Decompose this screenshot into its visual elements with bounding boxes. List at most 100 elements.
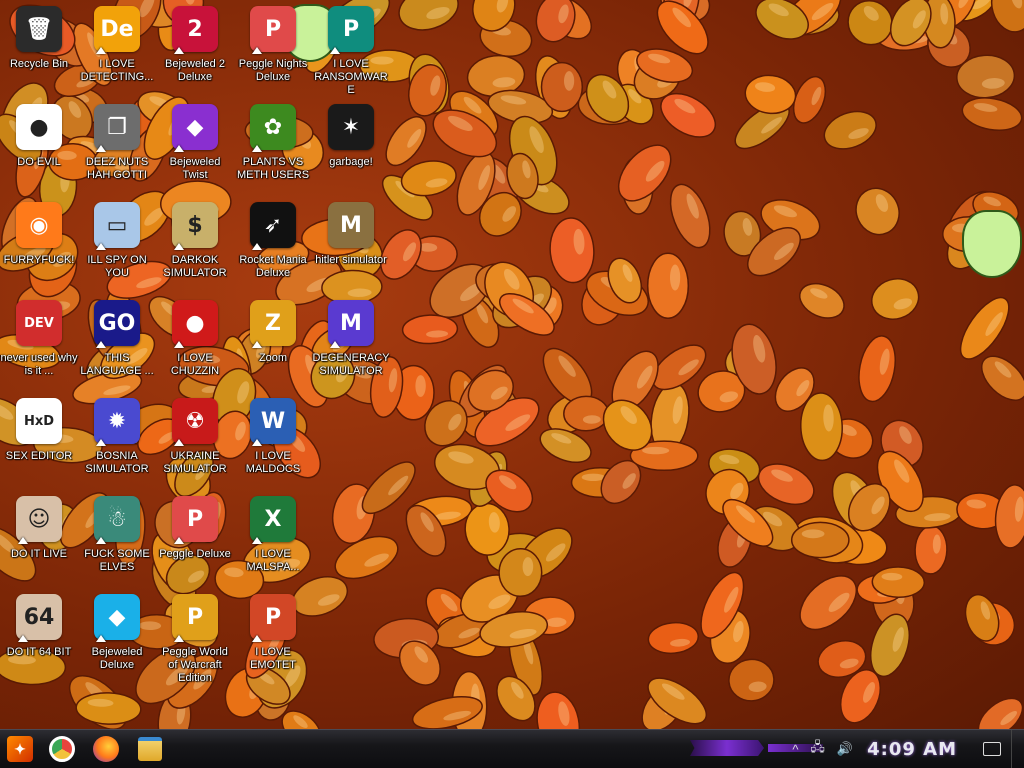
desktop-icon[interactable]: 2 Bejeweled 2 Deluxe — [156, 6, 234, 102]
desktop-icon[interactable]: DEV never used why is it ... — [0, 300, 78, 396]
desktop-icon[interactable]: ✹ BOSNIA SIMULATOR — [78, 398, 156, 494]
shortcut-arrow-icon — [174, 537, 184, 544]
desktop-icon[interactable]: P I LOVE EMOTET — [234, 594, 312, 690]
desktop-icon[interactable]: ☃ FUCK SOME ELVES — [78, 496, 156, 592]
desktop-icon-label: ILL SPY ON YOU — [87, 254, 147, 279]
desktop-icon-label: Peggle World of Warcraft Edition — [162, 646, 228, 684]
icon-glyph: P — [186, 604, 204, 630]
taskbar: ✦ ^ 🖧 🔊 4:09 AM — [0, 729, 1024, 768]
shortcut-arrow-icon — [252, 47, 262, 54]
firefox-taskbar-button[interactable] — [84, 731, 128, 767]
desktop-icon[interactable]: ✶ garbage! — [312, 104, 390, 200]
bean — [540, 61, 584, 113]
show-hidden-icons-button[interactable]: ^ — [792, 742, 798, 757]
start-button[interactable]: ✦ — [0, 730, 40, 768]
bean — [977, 697, 1024, 730]
desktop-icon[interactable]: 🗑 Recycle Bin — [0, 6, 78, 102]
folder-icon — [138, 737, 162, 761]
bean — [549, 217, 595, 284]
chrome-taskbar-button[interactable] — [40, 731, 84, 767]
zuma-icon: Z — [250, 300, 296, 348]
desktop-icon-label: DEGENERACY SIMULATOR — [312, 352, 390, 377]
action-center-icon[interactable] — [983, 742, 1001, 756]
desktop-icon-label: never used why is it ... — [0, 352, 78, 377]
bean — [790, 521, 850, 559]
desktop-icon[interactable]: P I LOVE RANSOMWARE — [312, 6, 390, 102]
bean — [914, 525, 948, 575]
desktop-icon[interactable]: W I LOVE MALDOCS — [234, 398, 312, 494]
desktop-icon-label: Peggle Nights Deluxe — [238, 58, 308, 83]
network-icon[interactable]: 🖧 — [810, 738, 825, 760]
bean — [75, 692, 142, 725]
desktop-icon-label: I LOVE MALDOCS — [245, 450, 301, 475]
desktop-icon[interactable]: M DEGENERACY SIMULATOR — [312, 300, 390, 396]
peggle-wow-icon: P — [172, 594, 218, 642]
desktop-icon[interactable]: ● DO EVIL — [0, 104, 78, 200]
desktop-icon[interactable]: ▭ ILL SPY ON YOU — [78, 202, 156, 298]
desktop-icon[interactable]: P Peggle Nights Deluxe — [234, 6, 312, 102]
icon-glyph: ☢ — [185, 408, 205, 434]
desktop-icon[interactable]: ❐ DEEZ NUTS HAH GOTTI — [78, 104, 156, 200]
icon-glyph: ◉ — [29, 212, 49, 238]
desktop-icon[interactable]: ➶ Rocket Mania Deluxe — [234, 202, 312, 298]
firefox-icon — [93, 736, 119, 762]
icon-glyph: ☺ — [27, 506, 51, 532]
icon-glyph: 2 — [187, 16, 203, 42]
bean — [961, 97, 1023, 131]
desktop-icon-label: Bejeweled Deluxe — [91, 646, 143, 671]
desktop-icon-label: I LOVE DETECTING... — [80, 58, 154, 83]
bean — [757, 463, 815, 506]
icon-glyph: GO — [98, 310, 136, 336]
desktop-icon[interactable]: Mhitler simulator — [312, 202, 390, 298]
desktop-icon-label: DO EVIL — [17, 156, 61, 168]
desktop-icon[interactable]: ◆ Bejeweled Twist — [156, 104, 234, 200]
bean-highlight — [564, 71, 575, 91]
desktop-icon-label: DO IT LIVE — [10, 548, 68, 560]
desktop-icon[interactable]: P Peggle World of Warcraft Edition — [156, 594, 234, 690]
desktop-icon[interactable]: ☺ DO IT LIVE — [0, 496, 78, 592]
desktop-icon[interactable]: ◆ Bejeweled Deluxe — [78, 594, 156, 690]
desktop-icon[interactable]: ☢ UKRAINE SIMULATOR — [156, 398, 234, 494]
desktop-icon[interactable]: Z Zoom — [234, 300, 312, 396]
degeneracy-icon: M — [328, 300, 374, 348]
icon-glyph: X — [264, 506, 282, 532]
desktop-icon-label: Bejeweled Twist — [169, 156, 221, 181]
medal-icon: M — [328, 202, 374, 248]
shortcut-arrow-icon — [252, 243, 262, 250]
bean — [799, 575, 858, 631]
desktop-icon[interactable]: X I LOVE MALSPA... — [234, 496, 312, 592]
shortcut-arrow-icon — [252, 145, 262, 152]
show-desktop-button[interactable] — [1011, 730, 1024, 768]
clock[interactable]: 4:09 AM — [867, 739, 957, 760]
desktop-icon[interactable]: ◉ FURRYFUCK! — [0, 202, 78, 298]
desktop-icon[interactable]: P Peggle Deluxe — [156, 496, 234, 592]
desktop-icon[interactable]: HxD SEX EDITOR — [0, 398, 78, 494]
desktop-icon-label: THIS LANGUAGE ... — [80, 352, 154, 377]
desktop-icon[interactable]: ● I LOVE CHUZZIN — [156, 300, 234, 396]
shortcut-arrow-icon — [174, 47, 184, 54]
bean — [669, 183, 711, 249]
chrome-icon — [49, 736, 75, 762]
desktop-icon-label: Bejeweled 2 Deluxe — [165, 58, 225, 83]
bean — [535, 0, 576, 43]
volume-icon[interactable]: 🔊 — [837, 741, 853, 757]
desktop-icon[interactable]: GO THIS LANGUAGE ... — [78, 300, 156, 396]
chrome-icon: ● — [16, 104, 62, 150]
bean — [647, 621, 699, 655]
shortcut-arrow-icon — [252, 439, 262, 446]
bean — [728, 658, 775, 702]
file-explorer-taskbar-button[interactable] — [128, 731, 172, 767]
publisher-icon: P — [328, 6, 374, 54]
shortcut-arrow-icon — [96, 145, 106, 152]
desktop-icon-label: UKRAINE SIMULATOR — [163, 450, 227, 475]
icon-glyph: ✹ — [107, 408, 127, 434]
shortcut-arrow-icon — [252, 537, 262, 544]
desktop-icon-label: DEEZ NUTS HAH GOTTI — [85, 156, 149, 181]
desktop-icon[interactable]: ✿ PLANTS VS METH USERS — [234, 104, 312, 200]
chuzzle-icon: ● — [172, 300, 218, 348]
icon-glyph: ✿ — [263, 114, 283, 140]
icon-glyph: P — [264, 604, 282, 630]
desktop-icon[interactable]: De I LOVE DETECTING... — [78, 6, 156, 102]
desktop-icon[interactable]: 64 DO IT 64 BIT — [0, 594, 78, 690]
desktop-icon[interactable]: $ DARKOK SIMULATOR — [156, 202, 234, 298]
